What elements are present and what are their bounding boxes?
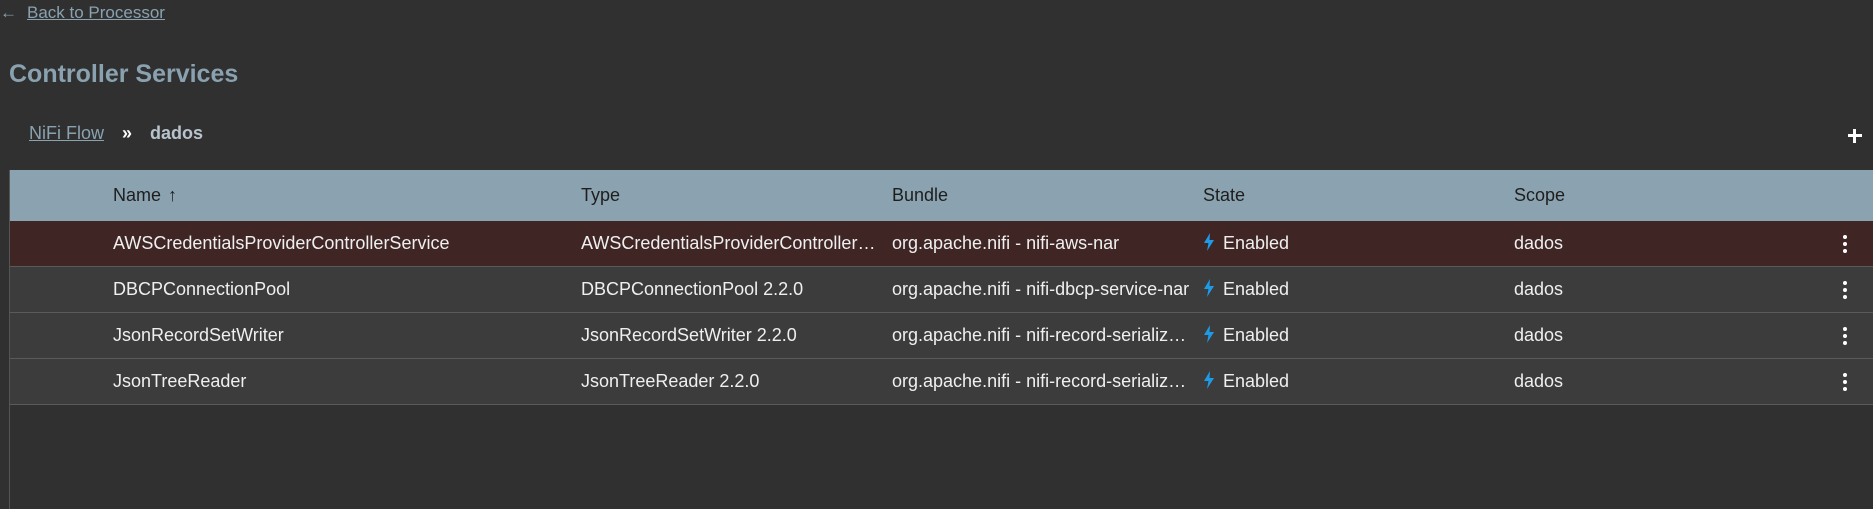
cell-state: Enabled	[1203, 325, 1483, 346]
cell-scope: dados	[1514, 371, 1564, 391]
table-header: Name ↑ Type Bundle State Scope	[10, 170, 1873, 221]
state-label: Enabled	[1223, 371, 1290, 391]
more-options-icon[interactable]	[1842, 372, 1848, 391]
arrow-left-icon: ←	[0, 3, 17, 22]
more-options-icon[interactable]	[1842, 326, 1848, 345]
lightning-bolt-icon	[1204, 371, 1214, 389]
cell-scope: dados	[1514, 325, 1564, 345]
cell-name: JsonRecordSetWriter	[113, 325, 284, 345]
state-label: Enabled	[1223, 325, 1290, 345]
controller-services-table: Name ↑ Type Bundle State Scope AWSCredent…	[9, 170, 1873, 509]
state-label: Enabled	[1223, 279, 1290, 299]
cell-bundle: org.apache.nifi - nifi-record-serializat…	[892, 371, 1192, 391]
breadcrumb: NiFi Flow » dados	[29, 123, 203, 144]
table-row[interactable]: JsonTreeReader JsonTreeReader 2.2.0 org.ap…	[10, 359, 1873, 405]
cell-bundle: org.apache.nifi - nifi-aws-nar	[892, 233, 1120, 253]
plus-icon[interactable]	[1843, 123, 1867, 147]
table-row[interactable]: JsonRecordSetWriter JsonRecordSetWriter 2…	[10, 313, 1873, 359]
table-row[interactable]: AWSCredentialsProviderControllerService A…	[10, 221, 1873, 267]
state-label: Enabled	[1223, 233, 1290, 253]
back-to-processor-link[interactable]: ← Back to Processor	[0, 0, 165, 26]
cell-type: AWSCredentialsProviderControllerService …	[581, 233, 881, 253]
column-header-bundle[interactable]: Bundle	[892, 185, 1192, 206]
cell-scope: dados	[1514, 279, 1564, 299]
cell-bundle: org.apache.nifi - nifi-dbcp-service-nar	[892, 279, 1190, 299]
cell-state: Enabled	[1203, 371, 1483, 392]
column-header-type[interactable]: Type	[581, 185, 881, 206]
breadcrumb-nifi-flow[interactable]: NiFi Flow	[29, 123, 104, 144]
column-header-state[interactable]: State	[1203, 185, 1483, 206]
cell-state: Enabled	[1203, 233, 1483, 254]
cell-scope: dados	[1514, 233, 1564, 253]
arrow-up-icon: ↑	[168, 185, 178, 205]
cell-name: AWSCredentialsProviderControllerService	[113, 233, 450, 253]
lightning-bolt-icon	[1204, 233, 1214, 251]
back-link-label: Back to Processor	[27, 3, 165, 22]
column-header-name[interactable]: Name ↑	[113, 185, 553, 206]
cell-type: JsonRecordSetWriter 2.2.0	[581, 325, 797, 345]
table-body: AWSCredentialsProviderControllerService A…	[10, 221, 1873, 405]
page-title: Controller Services	[9, 60, 239, 88]
cell-name: DBCPConnectionPool	[113, 279, 291, 299]
breadcrumb-current: dados	[150, 123, 204, 143]
cell-bundle: org.apache.nifi - nifi-record-serializat…	[892, 325, 1192, 345]
cell-state: Enabled	[1203, 279, 1483, 300]
lightning-bolt-icon	[1204, 325, 1214, 343]
cell-name: JsonTreeReader	[113, 371, 247, 391]
more-options-icon[interactable]	[1842, 280, 1848, 299]
lightning-bolt-icon	[1204, 279, 1214, 297]
table-row[interactable]: DBCPConnectionPool DBCPConnectionPool 2.2…	[10, 267, 1873, 313]
cell-type: DBCPConnectionPool 2.2.0	[581, 279, 804, 299]
more-options-icon[interactable]	[1842, 234, 1848, 253]
cell-type: JsonTreeReader 2.2.0	[581, 371, 760, 391]
column-header-scope[interactable]: Scope	[1514, 185, 1794, 206]
breadcrumb-separator: »	[122, 123, 133, 143]
